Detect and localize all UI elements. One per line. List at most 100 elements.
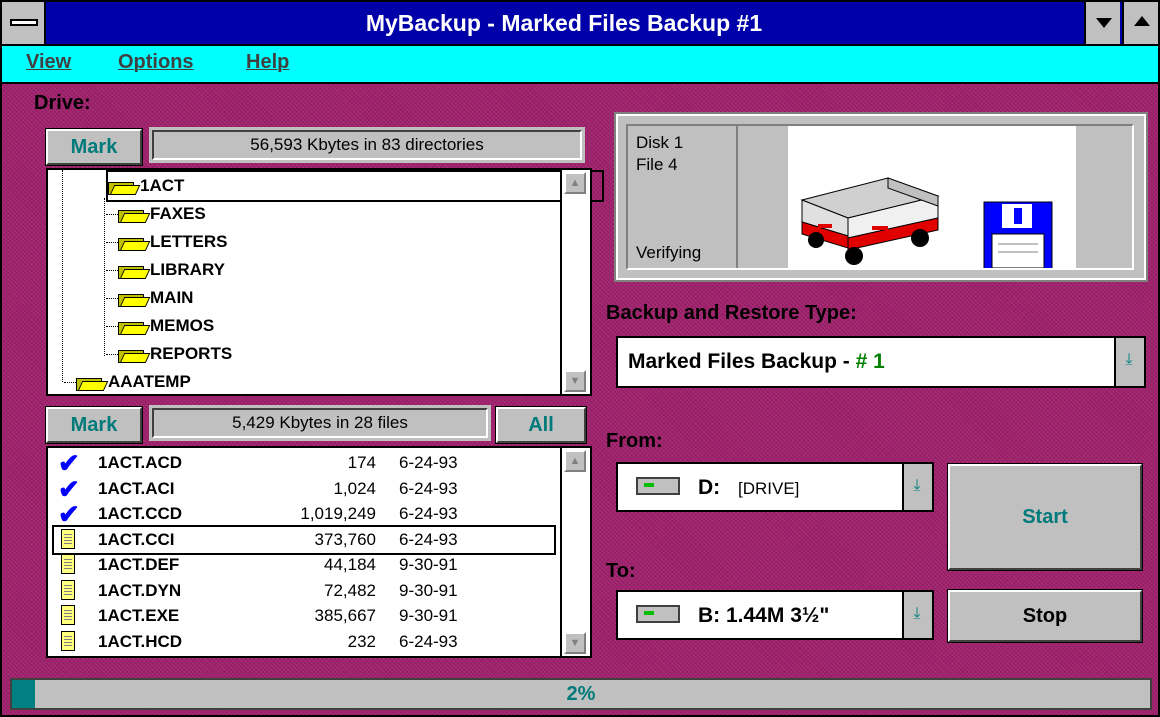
file-list-scrollbar[interactable]: ▲ ▼ <box>560 448 590 656</box>
file-size: 373,760 <box>314 529 376 549</box>
status-panel: Disk 1 File 4 Verifying <box>614 112 1148 282</box>
directory-name: LETTERS <box>150 232 228 251</box>
maximize-button[interactable] <box>1122 2 1158 44</box>
file-row[interactable]: ✔ 1ACT.CCD 1,019,249 6-24-93 <box>54 501 554 527</box>
from-label: From: <box>606 430 663 452</box>
progress-text: 2% <box>566 683 596 705</box>
document-icon <box>58 528 78 551</box>
start-button[interactable]: Start <box>947 463 1143 571</box>
menu-view[interactable]: View <box>26 51 71 74</box>
backup-type-value: Marked Files Backup - # 1 <box>628 350 885 374</box>
file-size: 174 <box>347 453 376 472</box>
file-list[interactable]: ✔ 1ACT.ACD 174 6-24-93 ✔ 1ACT.ACI 1,024 6-24-93… <box>46 446 592 658</box>
file-size: 1,024 <box>333 478 376 498</box>
directory-item[interactable]: AAATEMP <box>64 368 191 396</box>
document-icon <box>58 554 78 576</box>
checkmark-icon: ✔ <box>58 448 80 478</box>
scroll-down-arrow-icon[interactable]: ▼ <box>564 632 586 654</box>
main-window: MyBackup - Marked Files Backup #1 View O… <box>0 0 1160 717</box>
file-row[interactable]: 1ACT.EXE 385,667 9-30-91 <box>54 603 554 629</box>
file-row[interactable]: 1ACT.CCI 373,760 6-24-93 <box>52 524 556 555</box>
checkmark-icon: ✔ <box>58 473 80 504</box>
file-row[interactable]: 1ACT.DYN 72,482 9-30-91 <box>54 578 554 604</box>
file-size: 232 <box>347 631 376 651</box>
backup-type-dropdown[interactable]: Marked Files Backup - # 1 ⤓ <box>616 336 1146 388</box>
mark-all-button[interactable]: All <box>495 406 587 444</box>
tree-connector <box>64 382 76 384</box>
directory-item[interactable]: LIBRARY <box>106 256 225 284</box>
directory-item[interactable]: REPORTS <box>106 340 232 368</box>
directory-item[interactable]: LETTERS <box>106 228 227 256</box>
menu-help[interactable]: Help <box>246 51 289 74</box>
scroll-up-arrow-icon[interactable]: ▲ <box>564 172 586 194</box>
to-drive-value: B: 1.44M 3½" <box>698 604 830 627</box>
tree-connector <box>106 298 118 300</box>
open-folder-icon <box>118 318 151 336</box>
directory-name: REPORTS <box>150 344 233 363</box>
from-drive-drop-button[interactable]: ⤓ <box>902 464 932 510</box>
tree-line <box>62 170 64 382</box>
document-icon <box>58 605 78 627</box>
to-drive-drop-button[interactable]: ⤓ <box>902 592 932 638</box>
directory-name: AAATEMP <box>108 372 191 391</box>
scroll-up-arrow-icon[interactable]: ▲ <box>564 450 586 472</box>
system-menu-icon <box>10 19 38 26</box>
file-row[interactable]: 1ACT.HCD 232 6-24-93 <box>54 629 554 655</box>
open-folder-icon <box>118 346 151 364</box>
directory-name: FAXES <box>150 204 206 223</box>
directory-name: MEMOS <box>150 316 215 335</box>
file-date: 6-24-93 <box>399 631 458 651</box>
file-name: 1ACT.CCD <box>98 504 183 523</box>
directory-item[interactable]: MAIN <box>106 284 193 312</box>
mark-files-button[interactable]: Mark <box>45 406 143 444</box>
file-name: 1ACT.DYN <box>98 580 182 600</box>
dropdown-arrow-icon: ⤓ <box>913 477 921 494</box>
file-size: 385,667 <box>314 606 376 625</box>
system-menu-button[interactable] <box>2 2 46 44</box>
file-date: 9-30-91 <box>399 555 458 574</box>
file-size: 72,482 <box>324 580 376 600</box>
directory-item[interactable]: 1ACT <box>106 170 604 202</box>
drive-label: Drive: <box>34 92 91 114</box>
to-drive-dropdown[interactable]: B: 1.44M 3½" ⤓ <box>616 590 934 640</box>
window-title: MyBackup - Marked Files Backup #1 <box>365 10 763 36</box>
status-divider <box>736 126 738 268</box>
file-date: 9-30-91 <box>399 580 458 600</box>
floppy-disk-icon <box>983 201 1053 271</box>
directory-tree[interactable]: 1ACT FAXES LETTERS LIBRARY MAIN MEMOS REPORTS A… <box>46 168 604 396</box>
checkmark-icon: ✔ <box>58 499 80 529</box>
dropdown-arrow-icon: ⤓ <box>1125 351 1133 368</box>
file-name: 1ACT.HCD <box>98 631 183 651</box>
directory-scrollbar[interactable]: ▲ ▼ <box>560 170 590 394</box>
directory-name: LIBRARY <box>150 260 225 279</box>
document-icon <box>58 630 78 653</box>
minimize-button[interactable] <box>1084 2 1120 44</box>
open-folder-icon <box>108 178 141 196</box>
mark-directories-button[interactable]: Mark <box>45 128 143 166</box>
directory-name: MAIN <box>150 288 194 307</box>
file-date: 9-30-91 <box>399 606 458 625</box>
tree-connector <box>106 270 118 272</box>
file-date: 6-24-93 <box>399 453 458 472</box>
stop-button[interactable]: Stop <box>947 589 1143 643</box>
directory-item[interactable]: MEMOS <box>106 312 214 340</box>
tree-connector <box>106 214 118 216</box>
file-name: 1ACT.EXE <box>98 606 180 625</box>
open-folder-icon <box>118 290 151 308</box>
open-folder-icon <box>76 374 109 392</box>
file-name: 1ACT.ACI <box>98 478 175 498</box>
file-row[interactable]: 1ACT.DEF 44,184 9-30-91 <box>54 552 554 578</box>
menu-options[interactable]: Options <box>118 51 194 74</box>
file-row[interactable]: ✔ 1ACT.ACI 1,024 6-24-93 <box>54 476 554 502</box>
dropdown-arrow-icon: ⤓ <box>913 605 921 622</box>
file-name: 1ACT.DEF <box>98 555 180 574</box>
to-label: To: <box>606 560 636 582</box>
scroll-down-arrow-icon[interactable]: ▼ <box>564 370 586 392</box>
from-drive-dropdown[interactable]: D: [DRIVE] ⤓ <box>616 462 934 512</box>
directory-item[interactable]: FAXES <box>106 200 206 228</box>
tree-connector <box>106 354 118 356</box>
backup-type-drop-button[interactable]: ⤓ <box>1114 338 1144 386</box>
file-date: 6-24-93 <box>399 504 458 523</box>
file-row[interactable]: ✔ 1ACT.ACD 174 6-24-93 <box>54 450 554 476</box>
disk-number: Disk 1 <box>636 133 684 152</box>
